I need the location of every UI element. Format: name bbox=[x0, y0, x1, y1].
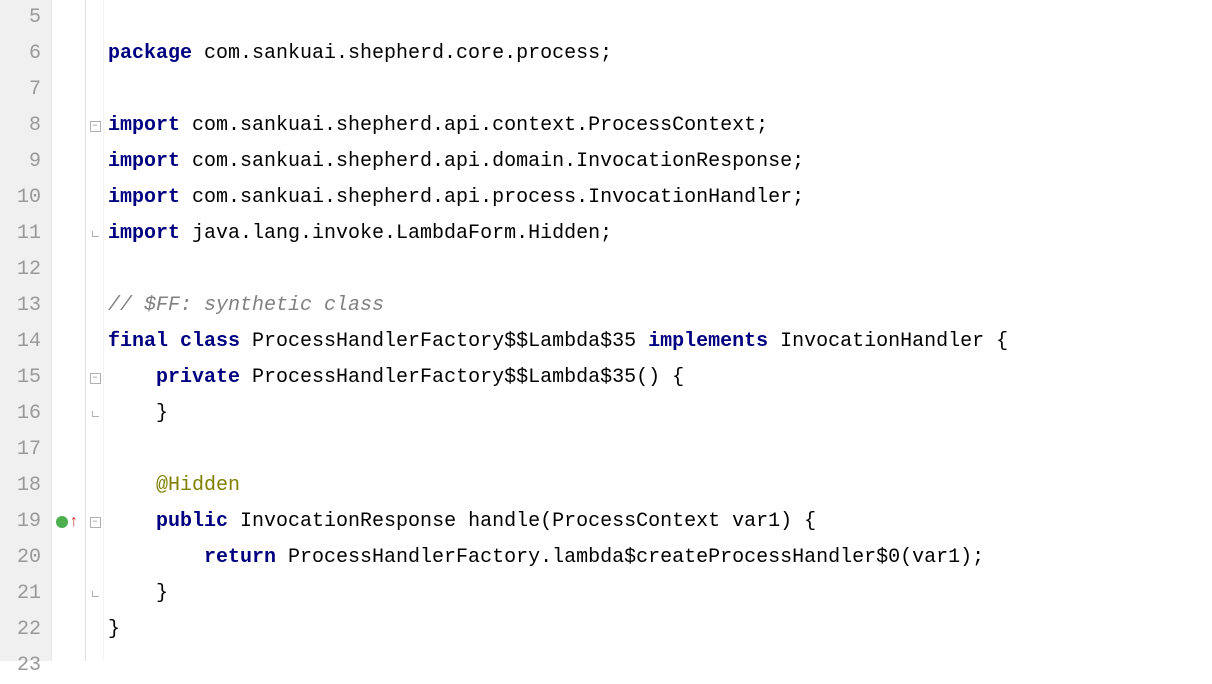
fold-end-icon[interactable] bbox=[88, 396, 102, 432]
code-token: } bbox=[108, 618, 120, 641]
breakpoint-icon bbox=[56, 516, 68, 528]
code-token: // $FF: synthetic class bbox=[108, 294, 384, 317]
code-line[interactable]: package com.sankuai.shepherd.core.proces… bbox=[108, 36, 1212, 72]
line-number: 11 bbox=[0, 216, 41, 252]
code-token: import bbox=[108, 150, 192, 173]
code-token: package bbox=[108, 42, 204, 65]
code-token: } bbox=[108, 582, 168, 605]
code-token: InvocationResponse handle(ProcessContext… bbox=[240, 510, 816, 533]
code-line[interactable] bbox=[108, 72, 1212, 108]
code-line[interactable]: @Hidden bbox=[108, 468, 1212, 504]
line-number: 18 bbox=[0, 468, 41, 504]
code-token bbox=[108, 510, 156, 533]
line-number: 20 bbox=[0, 540, 41, 576]
line-number: 15 bbox=[0, 360, 41, 396]
code-line[interactable]: import com.sankuai.shepherd.api.context.… bbox=[108, 108, 1212, 144]
line-number: 19 bbox=[0, 504, 41, 540]
breakpoint-marker[interactable]: ↑ bbox=[56, 504, 82, 540]
code-token: return bbox=[204, 546, 288, 569]
fold-end-icon[interactable] bbox=[88, 576, 102, 612]
code-token bbox=[108, 366, 156, 389]
code-line[interactable]: } bbox=[108, 576, 1212, 612]
line-number: 14 bbox=[0, 324, 41, 360]
fold-collapse-icon[interactable]: − bbox=[88, 504, 102, 540]
line-number-gutter: 567891011121314151617181920212223 bbox=[0, 0, 52, 661]
code-token: @Hidden bbox=[156, 474, 240, 497]
code-token: com.sankuai.shepherd.api.context.Process… bbox=[192, 114, 768, 137]
code-token bbox=[108, 474, 156, 497]
code-area[interactable]: package com.sankuai.shepherd.core.proces… bbox=[104, 0, 1212, 661]
line-number: 5 bbox=[0, 0, 41, 36]
fold-column: − − − bbox=[86, 0, 104, 661]
code-token: com.sankuai.shepherd.core.process; bbox=[204, 42, 612, 65]
code-line[interactable] bbox=[108, 0, 1212, 36]
line-number: 12 bbox=[0, 252, 41, 288]
line-number: 6 bbox=[0, 36, 41, 72]
line-number: 7 bbox=[0, 72, 41, 108]
fold-collapse-icon[interactable]: − bbox=[88, 108, 102, 144]
line-number: 8 bbox=[0, 108, 41, 144]
code-token: InvocationHandler { bbox=[780, 330, 1008, 353]
code-line[interactable]: // $FF: synthetic class bbox=[108, 288, 1212, 324]
code-line[interactable] bbox=[108, 648, 1212, 661]
arrow-up-icon: ↑ bbox=[69, 504, 79, 540]
code-token: private bbox=[156, 366, 252, 389]
code-token: java.lang.invoke.LambdaForm.Hidden; bbox=[192, 222, 612, 245]
code-token: com.sankuai.shepherd.api.domain.Invocati… bbox=[192, 150, 804, 173]
code-token: public bbox=[156, 510, 240, 533]
code-token: ProcessHandlerFactory$$Lambda$35 bbox=[252, 330, 648, 353]
line-number: 10 bbox=[0, 180, 41, 216]
code-line[interactable]: } bbox=[108, 396, 1212, 432]
line-number: 21 bbox=[0, 576, 41, 612]
code-line[interactable] bbox=[108, 252, 1212, 288]
code-line[interactable]: return ProcessHandlerFactory.lambda$crea… bbox=[108, 540, 1212, 576]
code-token: com.sankuai.shepherd.api.process.Invocat… bbox=[192, 186, 804, 209]
code-line[interactable]: public InvocationResponse handle(Process… bbox=[108, 504, 1212, 540]
code-editor[interactable]: 567891011121314151617181920212223 ↑ −−− … bbox=[0, 0, 1212, 661]
code-line[interactable]: import com.sankuai.shepherd.api.domain.I… bbox=[108, 144, 1212, 180]
line-number: 16 bbox=[0, 396, 41, 432]
line-number: 22 bbox=[0, 612, 41, 648]
code-token: implements bbox=[648, 330, 780, 353]
code-token bbox=[108, 546, 204, 569]
code-line[interactable]: import com.sankuai.shepherd.api.process.… bbox=[108, 180, 1212, 216]
line-number: 9 bbox=[0, 144, 41, 180]
fold-collapse-icon[interactable]: − bbox=[88, 360, 102, 396]
code-token: import bbox=[108, 114, 192, 137]
code-token: import bbox=[108, 222, 192, 245]
line-number: 13 bbox=[0, 288, 41, 324]
code-line[interactable]: final class ProcessHandlerFactory$$Lambd… bbox=[108, 324, 1212, 360]
code-token: import bbox=[108, 186, 192, 209]
code-line[interactable]: private ProcessHandlerFactory$$Lambda$35… bbox=[108, 360, 1212, 396]
code-line[interactable] bbox=[108, 432, 1212, 468]
code-line[interactable]: } bbox=[108, 612, 1212, 648]
code-line[interactable]: import java.lang.invoke.LambdaForm.Hidde… bbox=[108, 216, 1212, 252]
code-token: } bbox=[108, 402, 168, 425]
fold-end-icon[interactable] bbox=[88, 216, 102, 252]
line-number: 23 bbox=[0, 648, 41, 684]
code-token: ProcessHandlerFactory$$Lambda$35() { bbox=[252, 366, 684, 389]
line-number: 17 bbox=[0, 432, 41, 468]
marker-column: ↑ bbox=[52, 0, 86, 661]
code-token: ProcessHandlerFactory.lambda$createProce… bbox=[288, 546, 984, 569]
code-token: final class bbox=[108, 330, 252, 353]
